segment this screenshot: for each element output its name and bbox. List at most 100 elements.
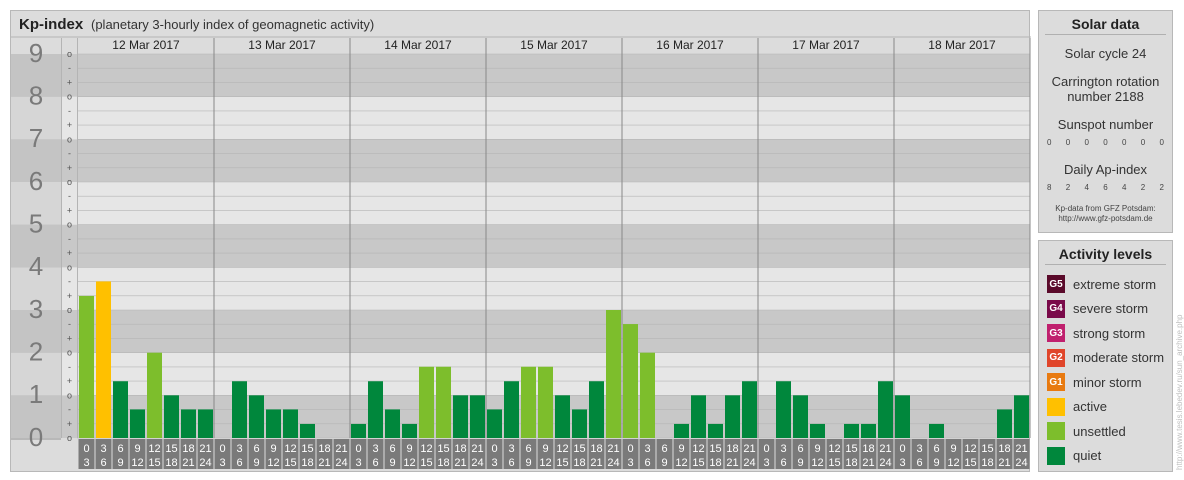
legend-item: active xyxy=(1047,397,1107,417)
y-minor-tick-label: + xyxy=(67,376,72,386)
data-credit-url[interactable]: http://www.gfz-potsdam.de xyxy=(1039,214,1172,224)
kp-bar xyxy=(555,395,570,438)
interval-start-label: 15 xyxy=(301,443,313,455)
interval-start-label: 12 xyxy=(148,443,160,455)
interval-end-label: 24 xyxy=(335,457,347,469)
ap-value: 2 xyxy=(1065,183,1071,192)
sunspot-value: 0 xyxy=(1103,138,1108,147)
interval-end-label: 12 xyxy=(267,457,279,469)
interval-end-label: 15 xyxy=(148,457,160,469)
kp-band xyxy=(61,139,1030,182)
kp-bar xyxy=(810,423,825,438)
kp-bar xyxy=(538,366,553,438)
y-tick-label: 5 xyxy=(29,209,43,239)
interval-start-label: 6 xyxy=(525,443,531,455)
interval-start-label: 6 xyxy=(797,443,803,455)
solar-data-title: Solar data xyxy=(1071,16,1140,32)
interval-end-label: 3 xyxy=(627,457,633,469)
kp-band xyxy=(61,54,1030,97)
legend-label: quiet xyxy=(1073,448,1102,463)
interval-start-label: 6 xyxy=(253,443,259,455)
kp-band xyxy=(61,96,1030,140)
legend-item: unsettled xyxy=(1047,421,1126,441)
y-minor-tick-label: + xyxy=(67,205,72,215)
legend-item: G3 strong storm xyxy=(1047,323,1145,343)
interval-end-label: 9 xyxy=(389,457,395,469)
y-minor-tick-label: + xyxy=(67,77,72,87)
interval-end-label: 9 xyxy=(253,457,259,469)
interval-end-label: 3 xyxy=(219,457,225,469)
interval-end-label: 21 xyxy=(182,457,194,469)
interval-start-label: 9 xyxy=(406,443,412,455)
interval-end-label: 9 xyxy=(525,457,531,469)
kp-bar xyxy=(266,409,281,438)
y-minor-tick-label: - xyxy=(68,362,71,372)
kp-index-chart: 0123456789o+-o+-o+-o+-o+-o+-o+-o+-o+-o12… xyxy=(11,36,1031,469)
y-minor-tick-label: + xyxy=(67,291,72,301)
y-minor-tick-label: - xyxy=(68,234,71,244)
kp-bar xyxy=(453,395,468,438)
interval-end-label: 6 xyxy=(780,457,786,469)
kp-bar xyxy=(198,409,213,438)
y-tick-label: 8 xyxy=(29,81,43,111)
interval-end-label: 3 xyxy=(899,457,905,469)
kp-bar xyxy=(113,381,128,438)
interval-end-label: 9 xyxy=(661,457,667,469)
interval-start-label: 9 xyxy=(270,443,276,455)
interval-start-label: 0 xyxy=(899,443,905,455)
chart-subtitle: (planetary 3-hourly index of geomagnetic… xyxy=(91,17,375,32)
y-minor-tick-label: + xyxy=(67,120,72,130)
interval-start-label: 15 xyxy=(437,443,449,455)
kp-bar xyxy=(997,409,1012,438)
interval-start-label: 6 xyxy=(933,443,939,455)
interval-start-label: 18 xyxy=(454,443,466,455)
interval-end-label: 3 xyxy=(355,457,361,469)
interval-end-label: 12 xyxy=(811,457,823,469)
y-minor-tick-label: - xyxy=(68,63,71,73)
sunspot-values: 0 0 0 0 0 0 0 xyxy=(1047,138,1164,147)
kp-band xyxy=(61,224,1030,268)
kp-bar xyxy=(419,366,434,438)
kp-bar xyxy=(300,423,315,438)
legend-label: moderate storm xyxy=(1073,350,1165,365)
interval-start-label: 18 xyxy=(318,443,330,455)
kp-bar xyxy=(572,409,587,438)
interval-end-label: 6 xyxy=(100,457,106,469)
kp-bar xyxy=(232,381,247,438)
interval-end-label: 18 xyxy=(437,457,449,469)
legend-swatch: G2 xyxy=(1047,348,1065,367)
ap-value: 4 xyxy=(1122,183,1127,192)
interval-start-label: 18 xyxy=(726,443,738,455)
kp-bar xyxy=(861,423,876,438)
kp-band xyxy=(61,310,1030,353)
interval-start-label: 0 xyxy=(219,443,225,455)
day-label: 15 Mar 2017 xyxy=(520,38,588,52)
sunspot-value: 0 xyxy=(1140,138,1146,147)
kp-bar xyxy=(249,395,264,438)
y-tick-label: 1 xyxy=(29,379,43,409)
interval-start-label: 21 xyxy=(335,443,347,455)
ap-index-label: Daily Ap-index xyxy=(1063,162,1148,177)
y-minor-tick-label: - xyxy=(68,106,71,116)
interval-end-label: 12 xyxy=(947,457,959,469)
interval-start-label: 3 xyxy=(100,443,106,455)
legend-swatch: G4 xyxy=(1047,299,1065,318)
interval-end-label: 12 xyxy=(675,457,687,469)
interval-end-label: 24 xyxy=(879,457,891,469)
interval-end-label: 21 xyxy=(318,457,330,469)
kp-bar xyxy=(878,381,893,438)
interval-start-label: 0 xyxy=(83,443,89,455)
kp-bar xyxy=(470,395,485,438)
day-label: 13 Mar 2017 xyxy=(248,38,316,52)
legend-item: G2 moderate storm xyxy=(1047,348,1164,368)
interval-end-label: 6 xyxy=(508,457,514,469)
y-tick-label: 3 xyxy=(29,294,43,324)
kp-bar xyxy=(147,352,162,438)
y-minor-tick-label: - xyxy=(68,191,71,201)
interval-end-label: 21 xyxy=(726,457,738,469)
legend-swatch xyxy=(1047,446,1065,465)
day-label: 16 Mar 2017 xyxy=(656,38,724,52)
interval-end-label: 12 xyxy=(539,457,551,469)
y-minor-tick-label: - xyxy=(68,319,71,329)
interval-end-label: 24 xyxy=(1015,457,1027,469)
